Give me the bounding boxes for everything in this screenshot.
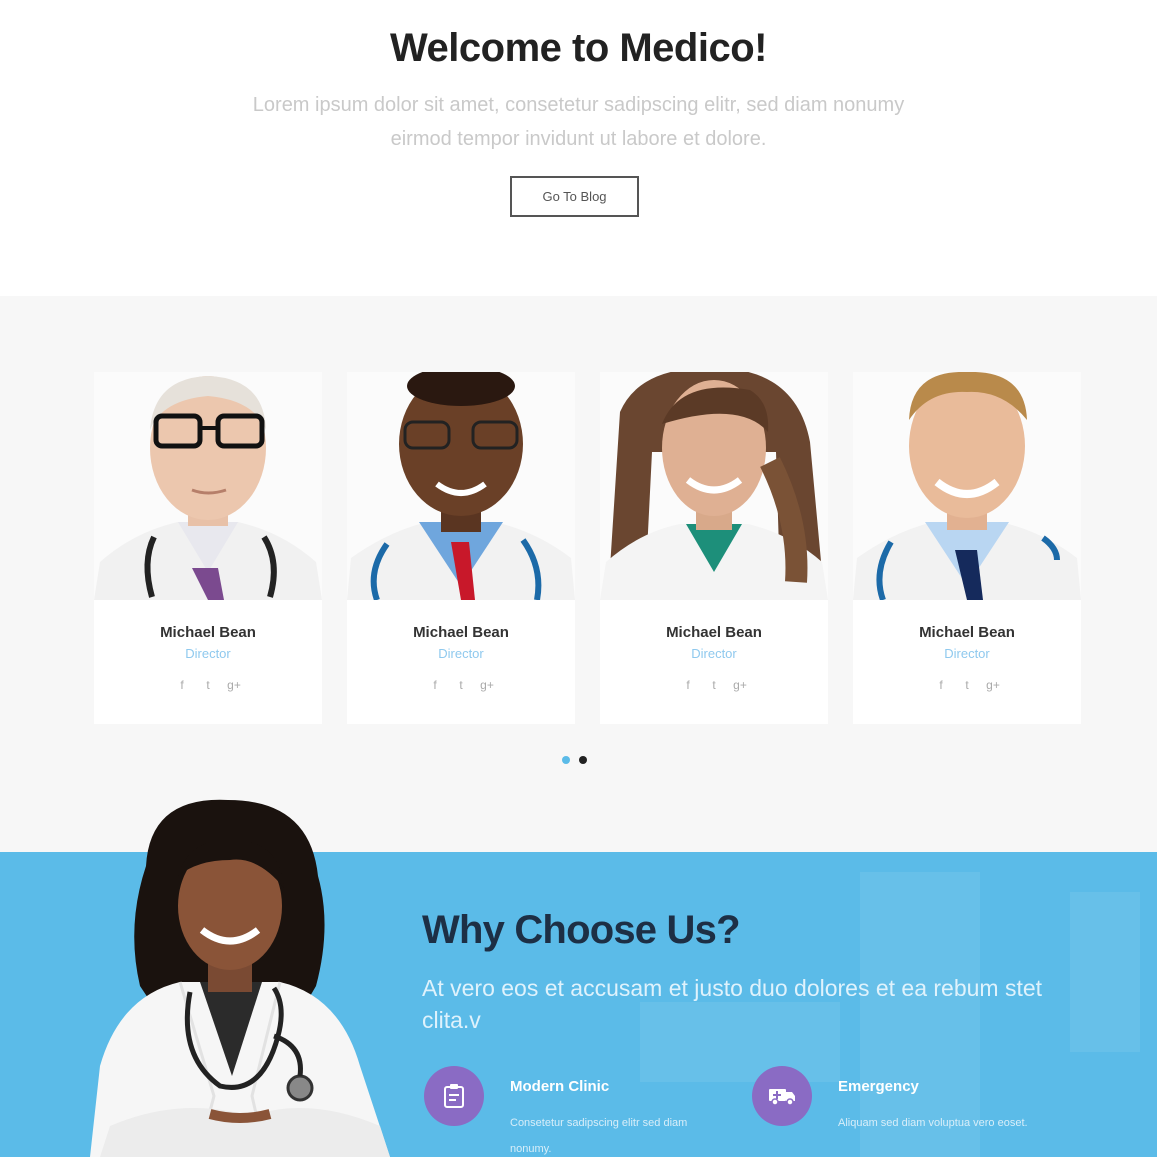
- member-name: Michael Bean: [160, 624, 256, 641]
- feature-text: Consetetur sadipscing elitr sed diam non…: [510, 1117, 688, 1155]
- member-name: Michael Bean: [413, 624, 509, 641]
- google-plus-icon[interactable]: g+: [221, 678, 247, 692]
- member-role: Director: [438, 646, 484, 661]
- feature-text: Aliquam sed diam voluptua vero eoset.: [838, 1117, 1028, 1129]
- facebook-icon[interactable]: f: [422, 678, 448, 692]
- team-section: Michael Bean Director f t g+ Michael Bea…: [0, 296, 1157, 852]
- twitter-icon[interactable]: t: [954, 678, 980, 692]
- featured-doctor-image: [90, 796, 410, 1157]
- facebook-icon[interactable]: f: [169, 678, 195, 692]
- doctor-photo: [853, 372, 1081, 600]
- carousel-dot[interactable]: [562, 756, 570, 764]
- feature-title: Modern Clinic: [510, 1078, 610, 1095]
- facebook-icon[interactable]: f: [675, 678, 701, 692]
- clipboard-icon: [424, 1066, 484, 1126]
- member-name: Michael Bean: [919, 624, 1015, 641]
- doctor-photo: [600, 372, 828, 600]
- team-card[interactable]: Michael Bean Director f t g+: [853, 372, 1081, 724]
- social-links: f t g+: [600, 678, 828, 692]
- why-title: Why Choose Us?: [422, 908, 741, 952]
- doctor-photo: [347, 372, 575, 600]
- facebook-icon[interactable]: f: [928, 678, 954, 692]
- social-links: f t g+: [853, 678, 1081, 692]
- member-name: Michael Bean: [666, 624, 762, 641]
- team-card[interactable]: Michael Bean Director f t g+: [600, 372, 828, 724]
- feature-title: Emergency: [838, 1078, 919, 1095]
- social-links: f t g+: [94, 678, 322, 692]
- team-card[interactable]: Michael Bean Director f t g+: [347, 372, 575, 724]
- twitter-icon[interactable]: t: [448, 678, 474, 692]
- feature-emergency: Emergency Aliquam sed diam voluptua vero…: [752, 1066, 1052, 1156]
- member-role: Director: [944, 646, 990, 661]
- member-role: Director: [691, 646, 737, 661]
- member-role: Director: [185, 646, 231, 661]
- go-to-blog-button[interactable]: Go To Blog: [510, 176, 639, 217]
- welcome-title: Welcome to Medico!: [390, 26, 767, 70]
- welcome-text: Lorem ipsum dolor sit amet, consetetur s…: [252, 94, 905, 150]
- twitter-icon[interactable]: t: [195, 678, 221, 692]
- ambulance-icon: [752, 1066, 812, 1126]
- google-plus-icon[interactable]: g+: [727, 678, 753, 692]
- google-plus-icon[interactable]: g+: [474, 678, 500, 692]
- twitter-icon[interactable]: t: [701, 678, 727, 692]
- doctor-photo: [94, 372, 322, 600]
- welcome-section: Welcome to Medico! Lorem ipsum dolor sit…: [0, 0, 1157, 296]
- why-text: At vero eos et accusam et justo duo dolo…: [422, 975, 1043, 1033]
- team-card[interactable]: Michael Bean Director f t g+: [94, 372, 322, 724]
- carousel-pagination: [562, 756, 592, 766]
- social-links: f t g+: [347, 678, 575, 692]
- feature-modern-clinic: Modern Clinic Consetetur sadipscing elit…: [424, 1066, 724, 1156]
- google-plus-icon[interactable]: g+: [980, 678, 1006, 692]
- carousel-dot[interactable]: [579, 756, 587, 764]
